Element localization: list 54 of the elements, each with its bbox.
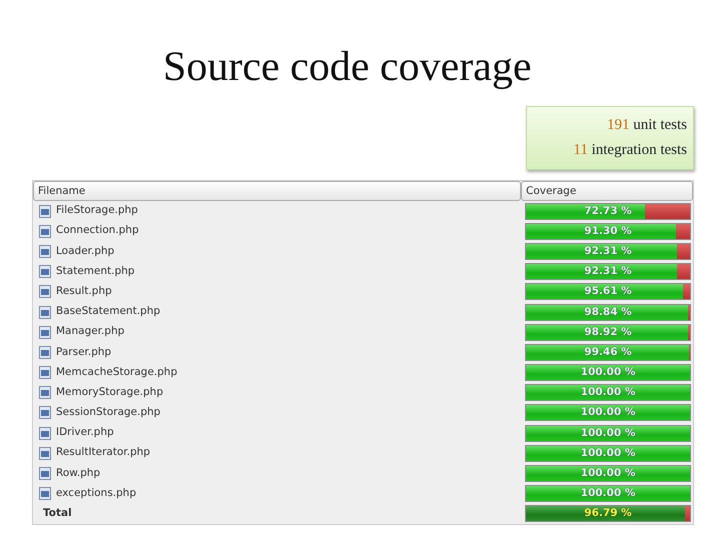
test-count: 11	[573, 142, 588, 158]
coverage-percent: 91.30 %	[583, 224, 633, 239]
php-file-icon	[39, 406, 51, 420]
coverage-percent: 95.61 %	[583, 284, 633, 300]
coverage-percent: 100.00 %	[580, 446, 636, 461]
php-file-icon	[39, 366, 51, 380]
php-file-icon	[39, 306, 51, 319]
file-name: Manager.php	[56, 324, 124, 340]
php-file-icon	[39, 285, 51, 298]
file-name: MemoryStorage.php	[56, 384, 164, 400]
coverage-percent: 72.73 %	[583, 204, 633, 219]
php-file-icon	[39, 244, 51, 258]
file-name: Result.php	[56, 284, 112, 299]
file-name: IDriver.php	[56, 425, 114, 440]
coverage-percent: 92.31 %	[583, 264, 633, 280]
coverage-percent: 98.92 %	[583, 324, 633, 340]
coverage-percent: 92.31 %	[583, 244, 633, 259]
coverage-percent: 96.79 %	[583, 506, 633, 522]
test-count: 191	[606, 117, 630, 133]
file-name: Statement.php	[56, 264, 135, 279]
file-name: FileStorage.php	[56, 203, 138, 218]
slide-title: Source code coverage	[162, 43, 532, 92]
file-name: Row.php	[56, 466, 100, 481]
file-name: BaseStatement.php	[56, 304, 160, 320]
file-name: ResultIterator.php	[56, 445, 150, 460]
php-file-icon	[39, 224, 51, 238]
coverage-percent: 100.00 %	[580, 385, 636, 400]
coverage-percent: 100.00 %	[580, 365, 636, 380]
coverage-percent: 99.46 %	[583, 344, 633, 360]
file-name: MemcacheStorage.php	[56, 364, 178, 380]
column-header[interactable]: Coverage	[521, 181, 693, 201]
file-name: Parser.php	[56, 344, 112, 360]
php-file-icon	[39, 204, 51, 218]
test-label: integration tests	[592, 142, 687, 158]
coverage-percent: 100.00 %	[580, 405, 636, 420]
php-file-icon	[39, 346, 51, 359]
coverage-percent: 100.00 %	[580, 466, 636, 482]
php-file-icon	[39, 326, 51, 339]
php-file-icon	[39, 467, 51, 480]
file-name: Connection.php	[56, 223, 139, 238]
file-name: exceptions.php	[56, 486, 136, 501]
coverage-percent: 100.00 %	[580, 426, 636, 441]
file-name: SessionStorage.php	[56, 405, 160, 420]
coverage-percent: 100.00 %	[580, 486, 636, 502]
php-file-icon	[39, 426, 51, 440]
test-label: unit tests	[633, 117, 687, 133]
php-file-icon	[39, 265, 51, 278]
coverage-percent: 98.84 %	[583, 304, 633, 320]
column-header[interactable]: Filename	[33, 181, 521, 201]
php-file-icon	[39, 446, 51, 460]
file-name: Loader.php	[56, 244, 114, 259]
php-file-icon	[39, 487, 51, 500]
total-label: Total	[42, 506, 72, 522]
php-file-icon	[39, 386, 51, 400]
